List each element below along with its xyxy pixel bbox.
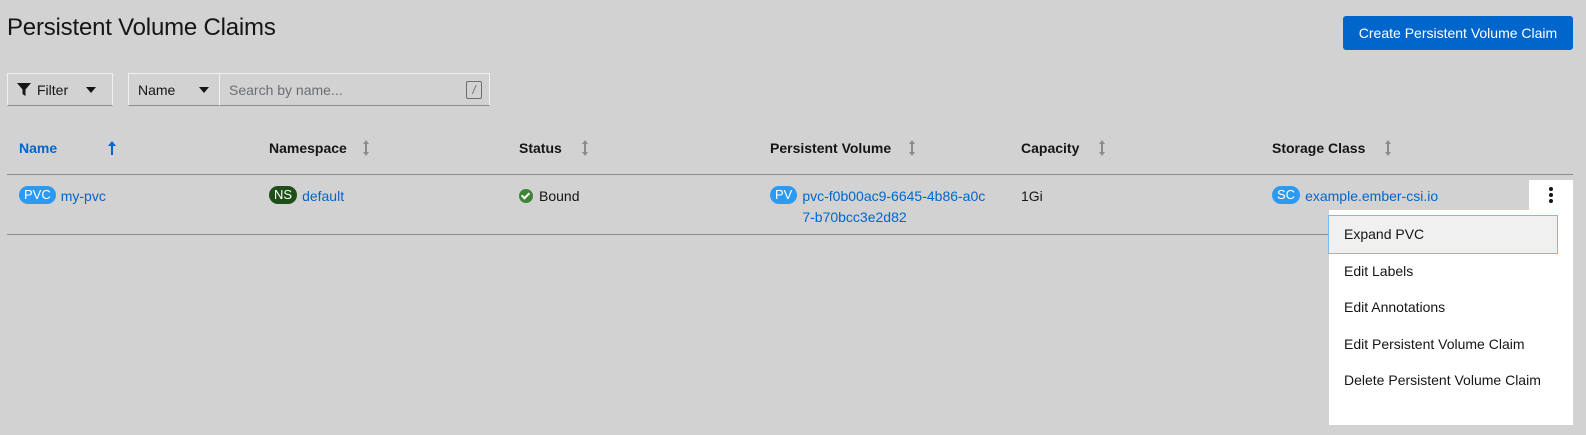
menu-item-expand-pvc[interactable]: Expand PVC — [1328, 215, 1558, 254]
menu-item-edit-pvc[interactable]: Edit Persistent Volume Claim — [1329, 326, 1557, 363]
column-header-persistent-volume[interactable]: Persistent Volume — [770, 140, 917, 156]
table-cell-capacity: 1Gi — [1021, 186, 1043, 206]
column-header-capacity[interactable]: Capacity — [1021, 140, 1107, 156]
pv-badge: PV — [770, 186, 798, 204]
menu-item-delete-pvc[interactable]: Delete Persistent Volume Claim — [1329, 362, 1557, 399]
sort-icon — [1385, 140, 1392, 156]
column-header-name[interactable]: Name — [19, 140, 117, 156]
filter-dropdown[interactable]: Filter — [7, 73, 113, 106]
row-actions-menu: Expand PVC Edit Labels Edit Annotations … — [1328, 210, 1573, 425]
table-cell-namespace: NS default — [269, 186, 344, 206]
column-header-status[interactable]: Status — [519, 140, 590, 156]
kebab-dot — [1549, 193, 1553, 197]
sort-icon — [581, 140, 588, 156]
kebab-dot — [1549, 199, 1553, 203]
menu-item-edit-annotations[interactable]: Edit Annotations — [1329, 289, 1557, 326]
namespace-badge: NS — [269, 186, 298, 204]
search-box: / — [220, 73, 490, 106]
table-cell-name: PVC my-pvc — [19, 186, 106, 206]
persistent-volume-link[interactable]: pvc-f0b00ac9-6645-4b86-a0c7-b70bcc3e2d82 — [802, 186, 987, 228]
table-cell-status: Bound — [519, 186, 579, 206]
filter-type-label: Name — [138, 81, 176, 98]
sc-badge: SC — [1272, 186, 1301, 204]
pvc-name-link[interactable]: my-pvc — [61, 186, 106, 206]
filter-type-select[interactable]: Name — [128, 73, 220, 106]
storage-class-link[interactable]: example.ember-csi.io — [1305, 186, 1438, 206]
check-circle-icon — [519, 189, 533, 203]
search-input[interactable] — [220, 74, 456, 105]
status-text: Bound — [539, 188, 580, 204]
table-header-divider — [7, 174, 1573, 175]
menu-item-edit-labels[interactable]: Edit Labels — [1329, 253, 1557, 290]
table-cell-persistent-volume: PV pvc-f0b00ac9-6645-4b86-a0c7-b70bcc3e2… — [770, 186, 987, 228]
column-header-storage-class[interactable]: Storage Class — [1272, 140, 1393, 156]
table-cell-storage-class: SC example.ember-csi.io — [1272, 186, 1438, 206]
sort-icon — [909, 140, 916, 156]
kebab-dot — [1549, 187, 1553, 191]
row-actions-kebab-button[interactable] — [1529, 180, 1573, 210]
page-title: Persistent Volume Claims — [7, 14, 276, 41]
sort-icon — [1099, 140, 1106, 156]
pvc-badge: PVC — [19, 186, 56, 204]
filter-icon — [17, 82, 31, 96]
create-pvc-button[interactable]: Create Persistent Volume Claim — [1343, 16, 1573, 50]
search-shortcut-hint: / — [466, 81, 482, 99]
sort-ascending-icon — [108, 141, 117, 155]
table-row-divider — [7, 234, 1329, 235]
filter-label: Filter — [37, 81, 69, 98]
caret-down-icon — [199, 87, 209, 93]
capacity-text: 1Gi — [1021, 188, 1043, 204]
caret-down-icon — [86, 87, 96, 93]
column-header-namespace[interactable]: Namespace — [269, 140, 371, 156]
sort-icon — [362, 140, 369, 156]
namespace-link[interactable]: default — [302, 186, 344, 206]
